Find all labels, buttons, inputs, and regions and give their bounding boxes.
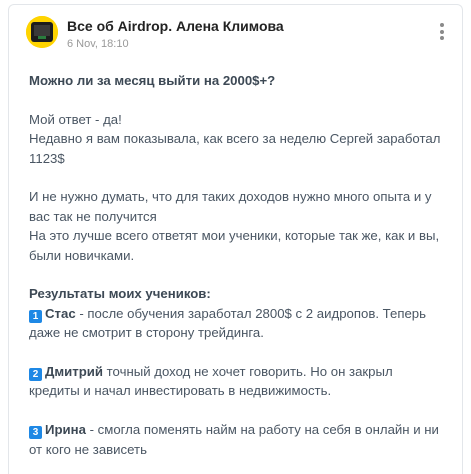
keycap-1-icon: 1 bbox=[29, 309, 42, 323]
student-text: - смогла поменять найм на работу на себя… bbox=[29, 422, 439, 457]
menu-dot bbox=[440, 29, 444, 34]
student-name: Ирина bbox=[45, 422, 86, 438]
more-vertical-icon[interactable] bbox=[436, 23, 448, 43]
paragraph-line: Мой ответ - да! bbox=[29, 111, 122, 127]
channel-avatar[interactable] bbox=[26, 16, 58, 48]
menu-dot bbox=[440, 23, 444, 27]
student-item: 3 Ирина - смогла поменять найм на работу … bbox=[29, 420, 447, 459]
post-heading: Можно ли за месяц выйти на 2000$+? bbox=[29, 73, 276, 88]
paragraph-line: На это лучше всего ответят мои ученики, … bbox=[29, 228, 440, 263]
post-card: Все об Airdrop. Алена Климова 6 Nov, 18:… bbox=[8, 4, 463, 474]
student-item: 2 Дмитрий точный доход не хочет говорить.… bbox=[29, 362, 447, 401]
student-name: Стас bbox=[45, 305, 76, 321]
post-header: Все об Airdrop. Алена Климова 6 Nov, 18:… bbox=[9, 5, 462, 61]
avatar-image bbox=[26, 16, 58, 48]
post-body: Можно ли за месяц выйти на 2000$+? Мой о… bbox=[29, 71, 447, 459]
menu-dot bbox=[440, 36, 444, 40]
keycap-2-icon: 2 bbox=[29, 368, 42, 382]
post-date: 6 Nov, 18:10 bbox=[67, 38, 129, 50]
paragraph-line: Недавно я вам показывала, как всего за н… bbox=[29, 131, 441, 166]
results-heading: Результаты моих учеников: bbox=[29, 286, 211, 302]
paragraph-line: И не нужно думать, что для таких доходов… bbox=[29, 189, 432, 224]
student-item: 1 Стас - после обучения заработал 2800$ с… bbox=[29, 304, 447, 343]
channel-name[interactable]: Все об Airdrop. Алена Климова bbox=[67, 18, 284, 34]
student-text: - после обучения заработал 2800$ с 2 аид… bbox=[29, 305, 427, 341]
student-name: Дмитрий bbox=[45, 364, 103, 380]
keycap-3-icon: 3 bbox=[29, 426, 42, 440]
